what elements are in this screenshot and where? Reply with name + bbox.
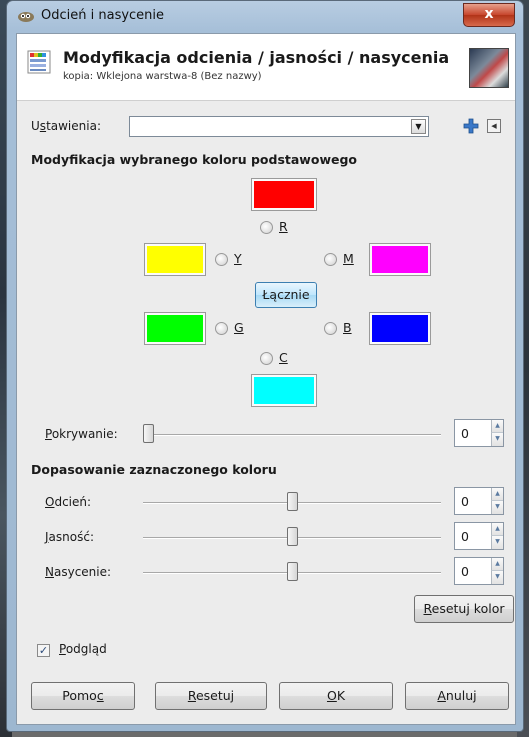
saturation-spinbox[interactable]: 0 ▲ ▼	[454, 557, 504, 585]
dialog-window: Odcień i nasycenie x Modyfikacja odcieni…	[6, 0, 524, 732]
cyan-swatch-fill	[254, 377, 314, 404]
ok-button[interactable]: OK	[279, 682, 393, 710]
spin-up-icon[interactable]: ▲	[491, 523, 503, 536]
layer-thumbnail	[469, 48, 509, 88]
overlap-spinbox[interactable]: 0 ▲ ▼	[454, 419, 504, 447]
cancel-button[interactable]: Anuluj	[405, 682, 509, 710]
radio-c-label: C	[279, 350, 288, 365]
radio-g-label: G	[234, 320, 244, 335]
radio-c[interactable]	[260, 352, 273, 365]
all-colors-button[interactable]: Łącznie	[255, 282, 317, 308]
close-icon: x	[484, 6, 494, 22]
reset-color-button[interactable]: Resetuj kolor	[414, 595, 514, 623]
checkmark-icon: ✓	[38, 644, 49, 657]
yellow-swatch-fill	[147, 246, 203, 273]
magenta-swatch-fill	[372, 246, 428, 273]
hue-label: Odcień:	[45, 495, 92, 509]
red-swatch[interactable]	[251, 178, 317, 211]
radio-b[interactable]	[324, 322, 337, 335]
red-swatch-fill	[254, 181, 314, 208]
add-preset-icon[interactable]	[463, 118, 479, 134]
gimp-icon	[18, 12, 34, 22]
saturation-label: Nasycenie:	[45, 565, 112, 579]
header-subtitle: kopia: Wklejona warstwa-8 (Bez nazwy)	[63, 71, 262, 82]
preset-menu-icon[interactable]: ◀	[487, 119, 501, 133]
radio-r-label: R	[279, 219, 288, 234]
cyan-swatch[interactable]	[251, 374, 317, 407]
lightness-value: 0	[461, 529, 469, 544]
radio-b-label: B	[343, 320, 352, 335]
green-swatch[interactable]	[144, 312, 206, 345]
hue-spinbox[interactable]: 0 ▲ ▼	[454, 487, 504, 515]
spin-up-icon[interactable]: ▲	[491, 558, 503, 571]
header-title: Modyfikacja odcienia / jasności / nasyce…	[63, 48, 450, 67]
settings-combo[interactable]: ▼	[129, 116, 429, 137]
settings-label: Ustawienia:	[31, 119, 101, 133]
spin-up-icon[interactable]: ▲	[491, 488, 503, 501]
magenta-swatch[interactable]	[369, 243, 431, 276]
spin-down-icon[interactable]: ▼	[491, 571, 503, 584]
saturation-slider-handle[interactable]	[287, 562, 298, 581]
radio-y[interactable]	[215, 253, 228, 266]
dialog-header: Modyfikacja odcienia / jasności / nasyce…	[17, 34, 515, 101]
spin-down-icon[interactable]: ▼	[491, 501, 503, 514]
blue-swatch[interactable]	[369, 312, 431, 345]
close-button[interactable]: x	[463, 3, 515, 27]
help-button[interactable]: Pomoc	[31, 682, 135, 710]
blue-swatch-fill	[372, 315, 428, 342]
spin-down-icon[interactable]: ▼	[491, 536, 503, 549]
lightness-spinbox[interactable]: 0 ▲ ▼	[454, 522, 504, 550]
radio-m[interactable]	[324, 253, 337, 266]
lightness-label: Jasność:	[45, 530, 94, 544]
title-bar[interactable]: Odcień i nasycenie x	[7, 1, 523, 33]
adjust-section-title: Dopasowanie zaznaczonego koloru	[31, 462, 277, 477]
overlap-value: 0	[461, 426, 469, 441]
primary-color-section-title: Modyfikacja wybranego koloru podstawoweg…	[31, 152, 358, 167]
overlap-slider-handle[interactable]	[143, 424, 154, 443]
spin-down-icon[interactable]: ▼	[491, 433, 503, 446]
radio-r[interactable]	[260, 221, 273, 234]
radio-m-label: M	[343, 251, 354, 266]
radio-g[interactable]	[215, 322, 228, 335]
preview-checkbox[interactable]: ✓	[37, 644, 50, 657]
window-title: Odcień i nasycenie	[41, 8, 165, 23]
overlap-slider-track[interactable]	[149, 434, 441, 436]
preview-label[interactable]: Podgląd	[59, 642, 107, 656]
reset-button[interactable]: Resetuj	[155, 682, 267, 710]
hue-value: 0	[461, 494, 469, 509]
lightness-slider-handle[interactable]	[287, 527, 298, 546]
hue-slider-handle[interactable]	[287, 492, 298, 511]
dialog-body: Modyfikacja odcienia / jasności / nasyce…	[16, 33, 516, 725]
chevron-down-icon[interactable]: ▼	[411, 119, 426, 134]
overlap-label: Pokrywanie:	[45, 427, 118, 441]
saturation-value: 0	[461, 564, 469, 579]
hue-saturation-icon	[27, 50, 51, 74]
yellow-swatch[interactable]	[144, 243, 206, 276]
spin-up-icon[interactable]: ▲	[491, 420, 503, 433]
radio-y-label: Y	[234, 251, 242, 266]
green-swatch-fill	[147, 315, 203, 342]
